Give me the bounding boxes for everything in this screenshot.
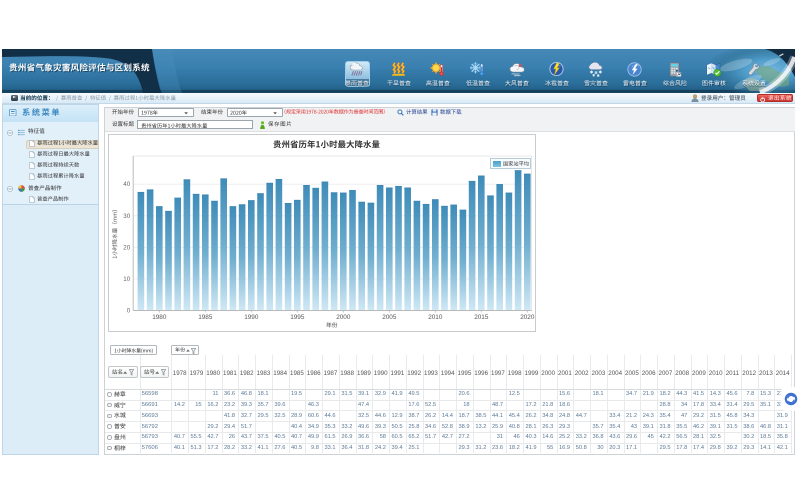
svg-text:10: 10 [123,276,130,283]
svg-text:2015: 2015 [474,314,489,321]
svg-text:40: 40 [123,181,130,188]
svg-text:2000: 2000 [336,314,351,321]
svg-text:1995: 1995 [290,314,305,321]
svg-text:1980: 1980 [152,314,167,321]
svg-text:20: 20 [123,244,130,251]
svg-text:0: 0 [126,308,130,315]
svg-text:30: 30 [123,213,130,220]
svg-text:1990: 1990 [244,314,259,321]
svg-text:2005: 2005 [382,314,397,321]
svg-text:2020: 2020 [520,314,535,321]
svg-text:2010: 2010 [428,314,443,321]
svg-text:1985: 1985 [198,314,213,321]
